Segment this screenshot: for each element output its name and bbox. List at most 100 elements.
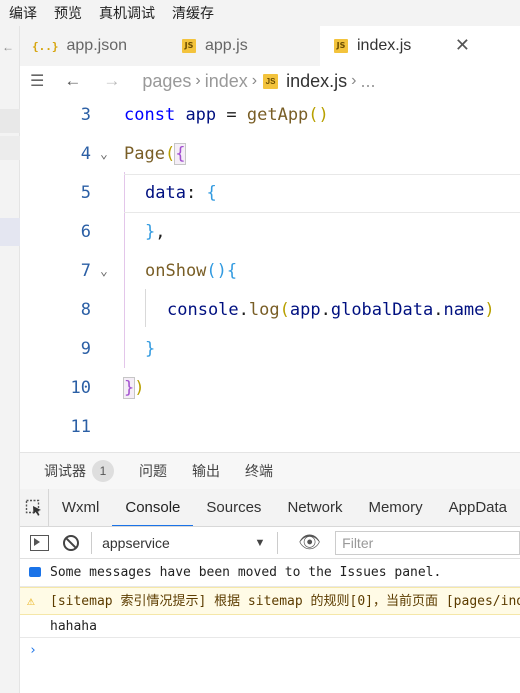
- breadcrumb-segment[interactable]: ...: [360, 71, 375, 92]
- editor-tabs: {..} app.json JS app.js JS index.js ✕: [20, 26, 520, 66]
- tab-label: app.js: [205, 37, 248, 54]
- filter-input[interactable]: Filter: [335, 530, 520, 555]
- fold-chevron-icon[interactable]: ⌄: [100, 135, 108, 174]
- code-line: 5 data: {: [20, 174, 520, 213]
- code-text: },: [145, 222, 166, 242]
- tab-appdata[interactable]: AppData: [436, 489, 520, 526]
- back-arrow-icon[interactable]: ←: [64, 71, 81, 91]
- panel-tabs: 调试器 1 问题 输出 终端: [20, 453, 520, 489]
- js-file-icon: JS: [334, 39, 348, 53]
- remote-debug-button[interactable]: 真机调试: [99, 3, 155, 23]
- caret-down-icon: ▼: [254, 536, 266, 549]
- info-message-icon: [29, 567, 41, 577]
- message-text: Some messages have been moved to the Iss…: [50, 565, 442, 580]
- line-number: 9: [80, 339, 91, 359]
- message-text: hahaha: [50, 619, 97, 634]
- tab-label: app.json: [66, 37, 128, 54]
- line-number: 6: [80, 222, 91, 242]
- code-line: 7 ⌄ onShow(){: [20, 252, 520, 291]
- message-text: [sitemap 索引情况提示] 根据 sitemap 的规则[0]，当前页面 …: [50, 594, 520, 609]
- fold-chevron-icon[interactable]: ⌄: [100, 252, 108, 291]
- code-text: Page({: [124, 143, 187, 165]
- bottom-panel: 调试器 1 问题 输出 终端 Wxml Console Sources Netw…: [20, 452, 520, 693]
- tab-label: 调试器: [44, 463, 86, 479]
- js-file-icon: JS: [263, 73, 279, 89]
- tab-label: 终端: [245, 463, 273, 479]
- eye-icon[interactable]: 👁: [298, 532, 321, 553]
- clear-cache-button[interactable]: 清缓存: [172, 3, 214, 23]
- tab-label: index.js: [357, 37, 412, 54]
- line-number: 11: [70, 417, 91, 437]
- console-toolbar: appservice ▼ 👁 Filter: [20, 527, 520, 559]
- inspect-element-icon[interactable]: [20, 489, 49, 526]
- code-text: }: [145, 339, 156, 359]
- tab-console[interactable]: Console: [112, 489, 194, 526]
- menu-icon[interactable]: ☰: [30, 71, 44, 91]
- breadcrumb: ☰ ← → pages › index › JS index.js › ...: [20, 66, 520, 96]
- json-file-icon: {..}: [32, 39, 59, 53]
- breadcrumb-segment[interactable]: index: [205, 71, 248, 92]
- chevron-right-icon: ›: [195, 72, 201, 89]
- breadcrumb-segment[interactable]: index.js: [286, 71, 347, 92]
- code-line: 4 ⌄ Page({: [20, 135, 520, 174]
- tab-memory[interactable]: Memory: [355, 489, 435, 526]
- warning-icon: ⚠: [27, 594, 35, 609]
- divider: [91, 531, 93, 554]
- console-warning: ⚠ [sitemap 索引情况提示] 根据 sitemap 的规则[0]，当前页…: [20, 587, 520, 615]
- divider: [277, 531, 279, 554]
- code-line: 8 console.log(app.globalData.name): [20, 291, 520, 330]
- code-line: 6 },: [20, 213, 520, 252]
- devtools-tabs: Wxml Console Sources Network Memory AppD…: [20, 489, 520, 527]
- tab-label: 输出: [192, 463, 220, 479]
- console-prompt[interactable]: ›: [20, 639, 520, 663]
- compile-button[interactable]: 编译: [9, 3, 37, 23]
- code-text: data: {: [145, 183, 217, 203]
- code-line: 11: [20, 408, 520, 447]
- line-number: 5: [80, 183, 91, 203]
- top-toolbar: 编译 预览 真机调试 清缓存: [0, 0, 520, 26]
- file-tree-sidebar: ←: [0, 26, 20, 693]
- preview-button[interactable]: 预览: [54, 3, 82, 23]
- line-number: 8: [80, 300, 91, 320]
- tab-app-js[interactable]: JS app.js: [170, 26, 320, 66]
- code-text: onShow(){: [145, 261, 238, 281]
- tab-label: 问题: [139, 463, 167, 479]
- tab-network[interactable]: Network: [274, 489, 355, 526]
- line-number: 3: [80, 105, 91, 125]
- context-value: appservice: [102, 534, 170, 551]
- line-number: 10: [70, 378, 91, 398]
- count-badge: 1: [92, 460, 114, 482]
- console-message: Some messages have been moved to the Iss…: [20, 559, 520, 587]
- file-tree-item[interactable]: [0, 136, 20, 160]
- tab-index-js[interactable]: JS index.js ✕: [320, 26, 520, 66]
- tab-output[interactable]: 输出: [192, 461, 220, 481]
- forward-arrow-icon[interactable]: →: [103, 71, 120, 91]
- close-icon[interactable]: ✕: [455, 35, 470, 56]
- tab-sources[interactable]: Sources: [193, 489, 274, 526]
- tab-wxml[interactable]: Wxml: [49, 489, 113, 526]
- tab-debugger[interactable]: 调试器 1: [44, 460, 114, 482]
- clear-console-icon[interactable]: [63, 534, 80, 551]
- code-line: 10 }): [20, 369, 520, 408]
- prompt-chevron-icon: ›: [29, 643, 37, 658]
- tab-problems[interactable]: 问题: [139, 461, 167, 481]
- code-editor[interactable]: 3 const app = getApp() 4 ⌄ Page({ 5 data…: [20, 96, 520, 452]
- console-log: hahaha: [20, 615, 520, 638]
- line-number: 4: [80, 144, 91, 164]
- file-tree-item-selected[interactable]: [0, 218, 20, 246]
- chevron-right-icon: ›: [251, 72, 258, 89]
- chevron-right-icon: ›: [351, 72, 357, 89]
- line-number: 7: [80, 261, 91, 281]
- code-line: 9 }: [20, 330, 520, 369]
- js-file-icon: JS: [182, 39, 196, 53]
- context-select[interactable]: appservice ▼: [102, 535, 265, 551]
- code-text: const app = getApp(): [124, 105, 329, 125]
- file-tree-item[interactable]: [0, 109, 20, 133]
- breadcrumb-segment[interactable]: pages: [142, 71, 191, 92]
- code-line: 3 const app = getApp(): [20, 96, 520, 135]
- code-text: console.log(app.globalData.name): [167, 300, 495, 320]
- chevron-left-icon[interactable]: ←: [2, 40, 14, 54]
- tab-app-json[interactable]: {..} app.json: [20, 26, 170, 66]
- sidebar-toggle-icon[interactable]: [30, 534, 50, 551]
- tab-terminal[interactable]: 终端: [245, 461, 273, 481]
